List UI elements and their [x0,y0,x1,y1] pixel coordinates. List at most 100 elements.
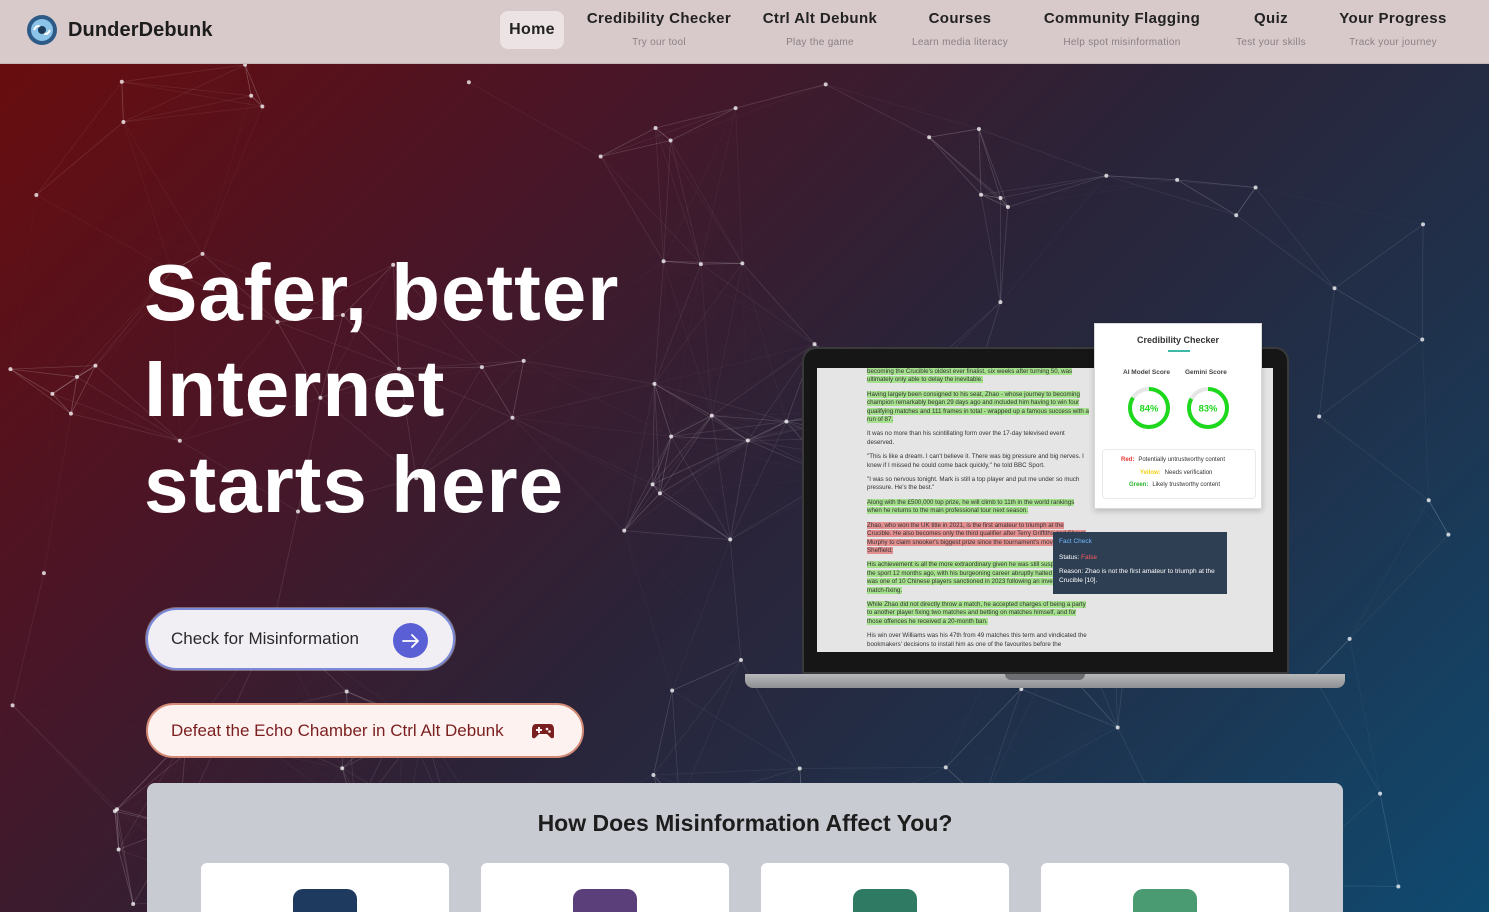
network-line [799,767,946,769]
ctrl-alt-debunk-button[interactable]: Defeat the Echo Chamber in Ctrl Alt Debu… [146,703,584,758]
network-line [1313,675,1381,794]
network-node [651,772,656,777]
network-line [203,96,252,254]
network-line [671,84,826,140]
article-paragraph: Having largely been consigned to his sea… [867,390,1089,424]
network-line [1021,688,1118,728]
network-line [1421,339,1430,501]
network-line [123,95,252,123]
network-line [244,64,263,107]
article-paragraph: becoming the Crucible's oldest ever fina… [867,368,1073,384]
network-line [979,129,1000,302]
network-line [1379,793,1399,887]
network-line [670,107,736,141]
impact-card[interactable] [201,863,449,912]
impact-card[interactable] [1041,863,1289,912]
network-node [121,119,126,124]
nav-label: Quiz [1253,10,1289,27]
network-line [600,107,736,157]
network-line [1349,500,1430,640]
network-line [655,107,736,129]
network-line [600,127,656,157]
network-line [652,415,713,485]
legend-row-yellow: Yellow: Needs verification [1140,469,1213,476]
network-node [1234,213,1239,218]
ai-score-value: 84% [1139,404,1159,415]
gemini-score-value: 83% [1198,404,1218,415]
network-line [825,84,930,138]
headline-line-1: Safer, better [144,248,620,337]
network-line [600,140,671,157]
check-misinformation-button[interactable]: Check for Misinformation [146,608,455,670]
network-node [1378,791,1383,796]
nav-courses[interactable]: Courses Learn media literacy [905,10,1015,48]
title-underline [1168,350,1190,352]
impact-card[interactable] [761,863,1009,912]
network-node [93,363,98,368]
network-line [624,530,731,540]
network-node [670,688,675,693]
network-line [928,136,1009,208]
network-node [8,367,13,372]
network-node [41,571,46,576]
nav-sublabel: Learn media literacy [911,37,1009,48]
network-line [1000,206,1009,303]
nav-quiz[interactable]: Quiz Test your skills [1228,10,1314,48]
network-node [976,126,981,131]
network-node [1104,173,1109,178]
fact-check-status: Status: False [1059,554,1097,561]
nav-sublabel: Help spot misinformation [1063,37,1181,48]
nav-label: Your Progress [1339,10,1447,27]
network-node [823,82,828,87]
network-line [655,127,743,264]
network-node [243,64,248,67]
network-node [1253,185,1258,190]
network-line [671,690,800,769]
laptop-notch [1005,674,1085,680]
network-line [36,81,123,196]
article-paragraph: Along with the £500,000 top prize, he wi… [867,498,1075,515]
network-line [121,81,124,122]
network-node [1005,204,1010,209]
article-text: becoming the Crucible's oldest ever fina… [867,368,1089,652]
network-line [1177,179,1256,188]
impact-card[interactable] [481,863,729,912]
brand[interactable]: DunderDebunk [24,12,213,48]
network-line [1106,175,1256,188]
network-line [114,811,134,905]
ctrl-alt-debunk-label: Defeat the Echo Chamber in Ctrl Alt Debu… [171,720,504,740]
gamepad-icon [532,724,554,739]
network-line [663,140,671,262]
nav-your-progress[interactable]: Your Progress Track your journey [1336,10,1450,48]
network-line [700,108,736,265]
network-line [946,727,1118,767]
network-node [112,809,117,814]
network-node [669,434,674,439]
network-line [671,264,701,436]
network-line [468,81,601,157]
fact-check-reason: Reason: Zhao is not the first amateur to… [1059,568,1215,584]
network-line [653,768,800,776]
nav-credibility-checker[interactable]: Credibility Checker Try our tool [586,10,732,48]
network-line [623,493,661,531]
section-title: How Does Misinformation Affect You? [537,810,953,836]
network-line [36,195,95,366]
network-line [121,81,252,97]
top-navigation: DunderDebunk Home Credibility Checker Tr… [0,0,1489,64]
network-node [466,80,471,85]
network-line [52,376,78,395]
network-line [12,573,45,706]
nav-ctrl-alt-debunk[interactable]: Ctrl Alt Debunk Play the game [760,10,880,48]
nav-home[interactable]: Home [500,11,564,49]
misinformation-impact-section: How Does Misinformation Affect You? [147,783,1343,912]
network-node [34,192,39,197]
network-line [36,121,124,196]
network-node [131,901,136,906]
legend-row-green: Green: Likely trustworthy content [1129,482,1221,488]
network-line [1236,215,1423,224]
network-line [623,484,653,531]
network-line [670,415,712,437]
network-node [119,79,124,84]
nav-community-flagging[interactable]: Community Flagging Help spot misinformat… [1040,10,1204,48]
network-node [740,261,745,266]
